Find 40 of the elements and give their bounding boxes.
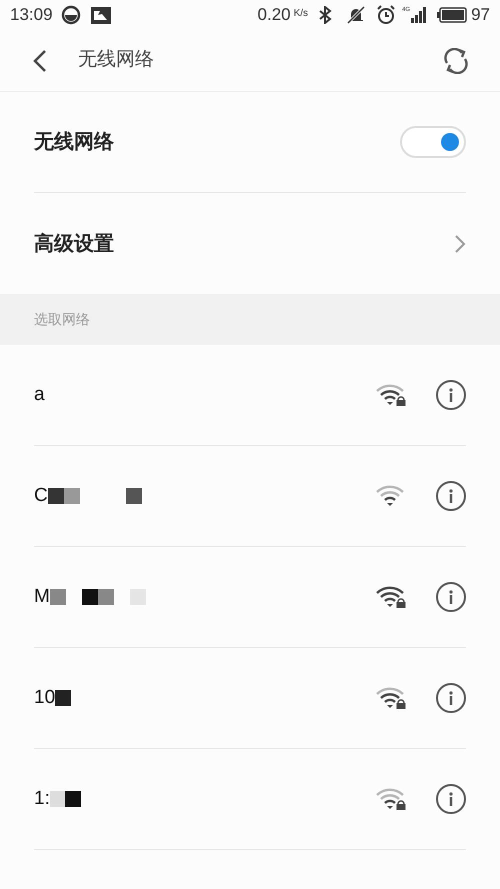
wifi-label: 无线网络	[34, 130, 114, 155]
face-icon	[60, 5, 81, 25]
info-button[interactable]	[436, 683, 466, 713]
info-icon	[449, 792, 453, 806]
info-button[interactable]	[436, 582, 466, 612]
network-row[interactable]: 10	[34, 648, 466, 749]
advanced-settings-row[interactable]: 高级设置	[34, 193, 466, 294]
speed-unit: K/s	[294, 7, 308, 21]
info-button[interactable]	[436, 784, 466, 814]
network-name: M	[34, 584, 50, 609]
alarm-clock-icon	[376, 5, 396, 25]
network-row[interactable]: a	[34, 345, 466, 446]
info-button[interactable]	[436, 481, 466, 511]
info-icon	[449, 388, 453, 402]
wifi-toggle[interactable]	[400, 126, 466, 158]
signal-icon	[411, 7, 428, 23]
battery-icon	[437, 7, 468, 23]
network-name: 10	[34, 686, 56, 710]
refresh-button[interactable]	[442, 46, 470, 74]
network-row[interactable]: M	[34, 547, 466, 648]
network-name: a	[34, 382, 45, 407]
clock-time: 13:09	[10, 4, 53, 26]
info-icon	[449, 590, 453, 604]
network-name: C	[34, 484, 48, 508]
battery-level: 97	[471, 4, 490, 26]
image-icon	[90, 6, 111, 24]
network-speed: 0.20	[258, 4, 291, 26]
pixelated-redaction	[55, 690, 72, 706]
section-header: 选取网络	[34, 310, 90, 329]
info-icon	[449, 691, 453, 705]
network-row[interactable]: 1:	[34, 749, 466, 850]
bluetooth-icon	[318, 6, 332, 24]
info-button[interactable]	[436, 380, 466, 410]
network-name: 1:	[34, 786, 50, 811]
info-icon	[449, 489, 453, 503]
chevron-right-icon	[454, 234, 466, 254]
pixelated-redaction	[50, 791, 81, 807]
page-title: 无线网络	[78, 48, 154, 72]
muted-bell-icon	[346, 6, 366, 24]
network-row[interactable]: C	[34, 446, 466, 547]
